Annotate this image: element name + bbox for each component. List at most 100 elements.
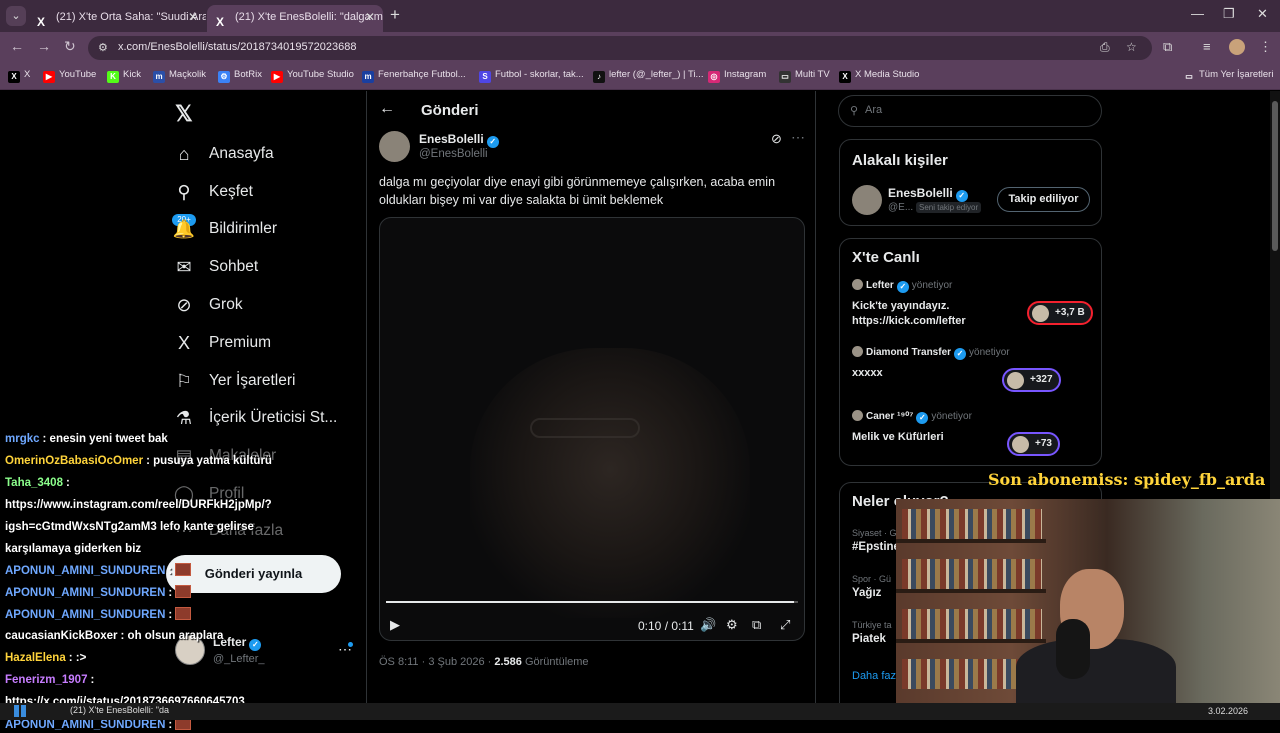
live-listeners-pill[interactable]: +73 [1007,432,1060,456]
chat-text: karşılamaya giderken biz [5,542,142,555]
restore-icon[interactable]: ❐ [1223,6,1235,22]
chat-message: APONUN_AMINI_SUNDUREN: [5,607,192,623]
tab-close-icon[interactable]: ✕ [365,5,375,29]
premium-icon: X [177,333,190,353]
folder-icon: ▭ [1185,72,1193,81]
trend-item[interactable]: #Epstine [852,541,900,553]
minimize-icon[interactable]: — [1191,6,1204,21]
taskbar-date: 3.02.2026 [1208,706,1249,716]
related-name[interactable]: EnesBolelli ✓ [888,186,968,202]
chat-message: Fenerizm_1907: [5,673,94,688]
address-bar[interactable]: ⚙ x.com/EnesBolelli/status/2018734019572… [88,36,1152,60]
post-more-icon[interactable]: ⋯ [791,129,805,146]
url-text[interactable]: x.com/EnesBolelli/status/201873401957202… [118,41,357,53]
play-icon[interactable]: ▶ [390,617,400,633]
chat-username: APONUN_AMINI_SUNDUREN [5,565,166,578]
tab-close-icon[interactable]: ✕ [188,5,198,29]
live-space-title[interactable]: Kick'te yayındayız. https://kick.com/lef… [852,299,1022,329]
video-player[interactable]: ▶ 0:10 / 0:11 🔊 ⚙ ⧉ ⤢ [379,217,805,641]
bookmark-item[interactable]: m Fenerbahçe Futbol... [362,69,466,83]
post-timestamp[interactable]: ÖS 8:11 · 3 Şub 2026 · [379,656,494,668]
chat-text: : oh olsun araplara [120,630,224,643]
install-app-icon[interactable]: ⎙ [1100,40,1110,55]
chat-message: mrgkc: enesin yeni tweet bak [5,432,168,447]
search-input[interactable]: ⚲ Ara [838,95,1102,127]
bookmark-item[interactable]: m Maçkolik [153,69,206,83]
host-role: yönetiyor [969,347,1010,358]
scrollbar-thumb[interactable] [1272,101,1278,251]
host-name: Lefter [866,280,894,291]
chat-message: APONUN_AMINI_SUNDUREN: [5,563,192,579]
volume-icon[interactable]: 🔊 [700,617,716,633]
tab-orta-saha[interactable]: X (21) X'te Orta Saha: "Suudi Arab ✕ [28,5,206,32]
chat-message: APONUN_AMINI_SUNDUREN: [5,585,192,601]
live-host[interactable]: Diamond Transfer ✓ yönetiyor [852,346,1010,360]
bookmark-item[interactable]: ◎ Instagram [708,69,766,83]
chat-icon: ✉ [176,257,192,277]
video-progress-bar[interactable] [386,601,798,603]
chat-message: karşılamaya giderken biz [5,542,141,557]
live-space-title[interactable]: Melik ve Küfürleri [852,430,1002,445]
new-tab-button[interactable]: + [390,5,400,25]
related-avatar[interactable] [852,185,882,215]
bookmark-label: Kick [123,69,141,80]
bookmark-item[interactable]: ⚙ BotRix [218,69,262,83]
live-listeners-pill[interactable]: +3,7 B [1027,301,1093,325]
live-listeners-pill[interactable]: +327 [1002,368,1061,392]
trend-item[interactable]: Yağız [852,587,881,599]
listener-count: +73 [1035,438,1052,449]
live-host[interactable]: Caner ¹⁹⁰⁷ ✓ yönetiyor [852,410,972,424]
back-icon[interactable]: ← [10,38,24,54]
taskbar-app[interactable]: (21) X'te EnesBolelli: "da [70,705,169,715]
settings-gear-icon[interactable]: ⚙ [726,617,738,633]
window-close-icon[interactable]: ✕ [1257,6,1268,22]
all-bookmarks[interactable]: ▭ Tüm Yer İşaretleri [1183,69,1273,83]
bookmark-favicon-icon: X [8,71,20,83]
extensions-icon[interactable]: ⧉ [1163,39,1172,55]
author-name[interactable]: EnesBolelli ✓ [419,132,499,148]
bookmark-item[interactable]: ▶ YouTube [43,69,96,83]
tab-search-button[interactable]: ⌄ [6,6,26,26]
picture-in-picture-icon[interactable]: ⧉ [752,617,761,633]
chat-username: APONUN_AMINI_SUNDUREN [5,587,166,600]
bookmark-item[interactable]: ▶ YouTube Studio [271,69,354,83]
live-host[interactable]: Lefter ✓ yönetiyor [852,279,952,293]
bookmark-star-icon[interactable]: ☆ [1126,40,1137,54]
bookmark-item[interactable]: S Futbol - skorlar, tak... [479,69,584,83]
bookmark-item[interactable]: XX [8,69,30,83]
chat-text: : [168,565,173,578]
live-space-title[interactable]: xxxxx [852,366,1002,381]
reload-icon[interactable]: ↻ [64,38,76,55]
following-button[interactable]: Takip ediliyor [997,187,1090,212]
host-name: Caner ¹⁹⁰⁷ [866,411,914,422]
chat-text: : [168,718,173,731]
bookmark-item[interactable]: X X Media Studio [839,69,919,83]
live-card: X'te Canlı Lefter ✓ yönetiyor Kick'te yayın… [839,238,1102,466]
video-time: 0:10 / 0:11 [638,619,694,633]
author-handle[interactable]: @EnesBolelli [419,148,488,160]
author-avatar[interactable] [379,131,410,162]
profile-avatar[interactable] [1229,39,1245,55]
listener-avatar [1012,436,1029,453]
browser-menu-icon[interactable]: ⋮ [1259,39,1272,55]
search-icon: ⚲ [850,105,859,117]
back-arrow-icon[interactable]: ← [379,100,395,118]
site-info-icon[interactable]: ⚙ [98,41,108,54]
tab-enesbolelli[interactable]: X (21) X'te EnesBolelli: "dalga mı g ✕ [207,5,383,32]
trend-item[interactable]: Piatek [852,633,886,645]
home-icon: ⌂ [178,144,190,164]
video-frame [470,348,750,618]
media-control-icon[interactable]: ≡ [1203,39,1211,54]
x-logo-icon[interactable]: 𝕏 [175,101,193,127]
grok-explain-icon[interactable]: ⊘ [771,131,782,147]
bookmark-item[interactable]: K Kick [107,69,141,83]
forward-icon[interactable]: → [37,38,51,54]
fullscreen-icon[interactable]: ⤢ [780,617,790,633]
bookmark-item[interactable]: ▭ Multi TV [779,69,830,83]
bookmark-label: X Media Studio [855,69,920,80]
chat-message: https://www.instagram.com/reel/DURFkH2jp… [5,498,272,513]
tweet-text: dalga mı geçiyolar diye enayi gibi görün… [379,175,776,207]
start-icon[interactable] [14,705,26,717]
show-more-link[interactable]: Daha faz [852,670,896,682]
bookmark-item[interactable]: ♪ lefter (@_lefter_) | Ti... [593,69,703,83]
